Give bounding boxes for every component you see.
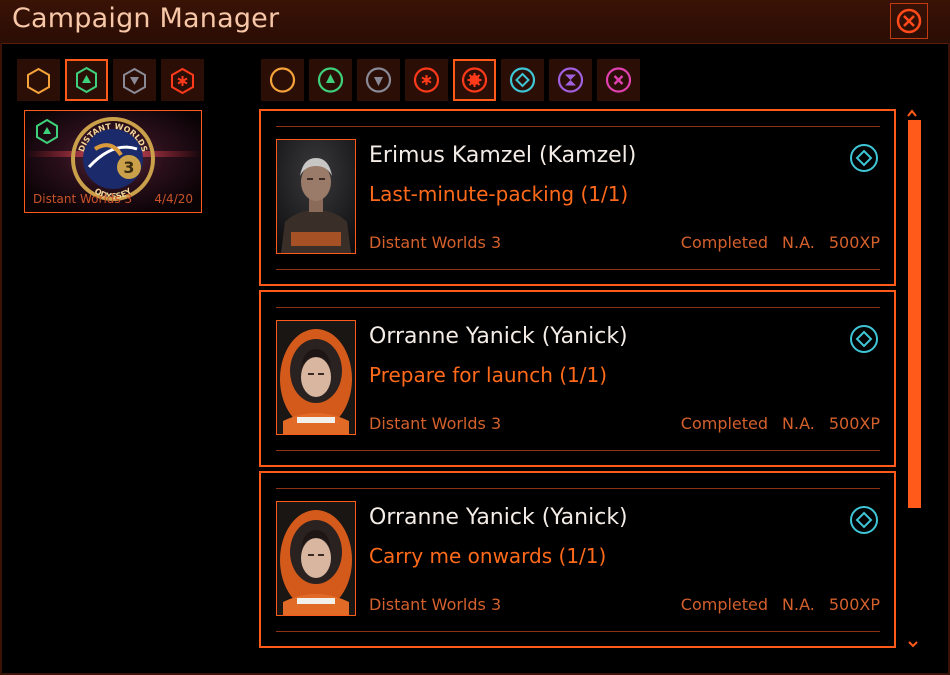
close-button[interactable] [890, 3, 928, 39]
campaign-card[interactable]: 3 DISTANT WORLDS ODYSSEY Distant Worlds … [24, 110, 202, 213]
filter-grey-down-button[interactable] [113, 59, 156, 101]
commander-portrait [276, 139, 356, 254]
green-up-icon [317, 67, 344, 93]
mission-xp: 500XP [828, 414, 880, 433]
commander-portrait [276, 320, 356, 435]
hexagon-icon [27, 67, 50, 95]
filter-magenta-x-button[interactable] [597, 59, 640, 101]
commander-name: Orranne Yanick (Yanick) [369, 505, 628, 530]
red-cog-icon [461, 67, 488, 93]
scroll-up-arrow[interactable] [906, 108, 918, 118]
mission-name: Carry me onwards (1/1) [369, 544, 607, 568]
red-star-icon [171, 67, 194, 95]
mission-status: Completed [680, 233, 769, 252]
commander-name: Erimus Kamzel (Kamzel) [369, 143, 637, 168]
mission-campaign: Distant Worlds 3 [369, 414, 502, 433]
orange-circle-icon [269, 67, 296, 93]
green-up-icon [76, 66, 97, 94]
campaign-name: Distant Worlds 3 [33, 192, 133, 206]
filter-orange-circle-button[interactable] [261, 59, 304, 101]
mission-xp: 500XP [828, 233, 880, 252]
scroll-down-arrow[interactable] [906, 638, 920, 650]
mission-na: N.A. [782, 233, 815, 252]
mission-name: Last-minute-packing (1/1) [369, 182, 629, 206]
cyan-diamond-icon [850, 144, 878, 172]
red-star-icon [413, 67, 440, 93]
mission-name: Prepare for launch (1/1) [369, 363, 608, 387]
mission-campaign: Distant Worlds 3 [369, 233, 502, 252]
commander-portrait [276, 501, 356, 616]
cyan-diamond-icon [850, 325, 878, 353]
cyan-diamond-icon [850, 506, 878, 534]
logo-number: 3 [123, 158, 134, 177]
divider [276, 631, 880, 632]
mission-card[interactable]: Erimus Kamzel (Kamzel) Last-minute-packi… [259, 109, 896, 286]
mission-campaign: Distant Worlds 3 [369, 595, 502, 614]
scrollbar-thumb[interactable] [908, 120, 921, 508]
filter-red-cog-button[interactable] [453, 59, 496, 101]
cyan-diamond-icon [509, 67, 536, 93]
campaign-date: 4/4/20 [154, 192, 193, 206]
grey-down-icon [365, 67, 392, 93]
filter-grey-down-round-button[interactable] [357, 59, 400, 101]
mission-meta: Completed N.A. 500XP [681, 233, 880, 252]
filter-cyan-diamond-button[interactable] [501, 59, 544, 101]
mission-status: Completed [680, 595, 769, 614]
purple-hourglass-icon [557, 67, 584, 93]
divider [276, 269, 880, 270]
commander-name: Orranne Yanick (Yanick) [369, 324, 628, 349]
close-icon [896, 8, 922, 34]
filter-purple-hourglass-button[interactable] [549, 59, 592, 101]
divider [276, 126, 880, 127]
magenta-x-icon [605, 67, 632, 93]
mission-card[interactable]: Orranne Yanick (Yanick) Carry me onwards… [259, 471, 896, 648]
mission-na: N.A. [782, 414, 815, 433]
mission-xp: 500XP [828, 595, 880, 614]
grey-down-icon [123, 67, 146, 95]
mission-status: Completed [680, 414, 769, 433]
filter-green-up-round-button[interactable] [309, 59, 352, 101]
divider [276, 450, 880, 451]
divider [276, 307, 880, 308]
mission-na: N.A. [782, 595, 815, 614]
divider [276, 488, 880, 489]
filter-red-star-button[interactable] [161, 59, 204, 101]
mission-card[interactable]: Orranne Yanick (Yanick) Prepare for laun… [259, 290, 896, 467]
window-title: Campaign Manager [12, 3, 280, 34]
filter-green-up-button[interactable] [65, 59, 108, 101]
title-bar: Campaign Manager [0, 0, 950, 44]
filter-hexagon-button[interactable] [17, 59, 60, 101]
mission-meta: Completed N.A. 500XP [681, 595, 880, 614]
filter-red-star-round-button[interactable] [405, 59, 448, 101]
mission-meta: Completed N.A. 500XP [681, 414, 880, 433]
